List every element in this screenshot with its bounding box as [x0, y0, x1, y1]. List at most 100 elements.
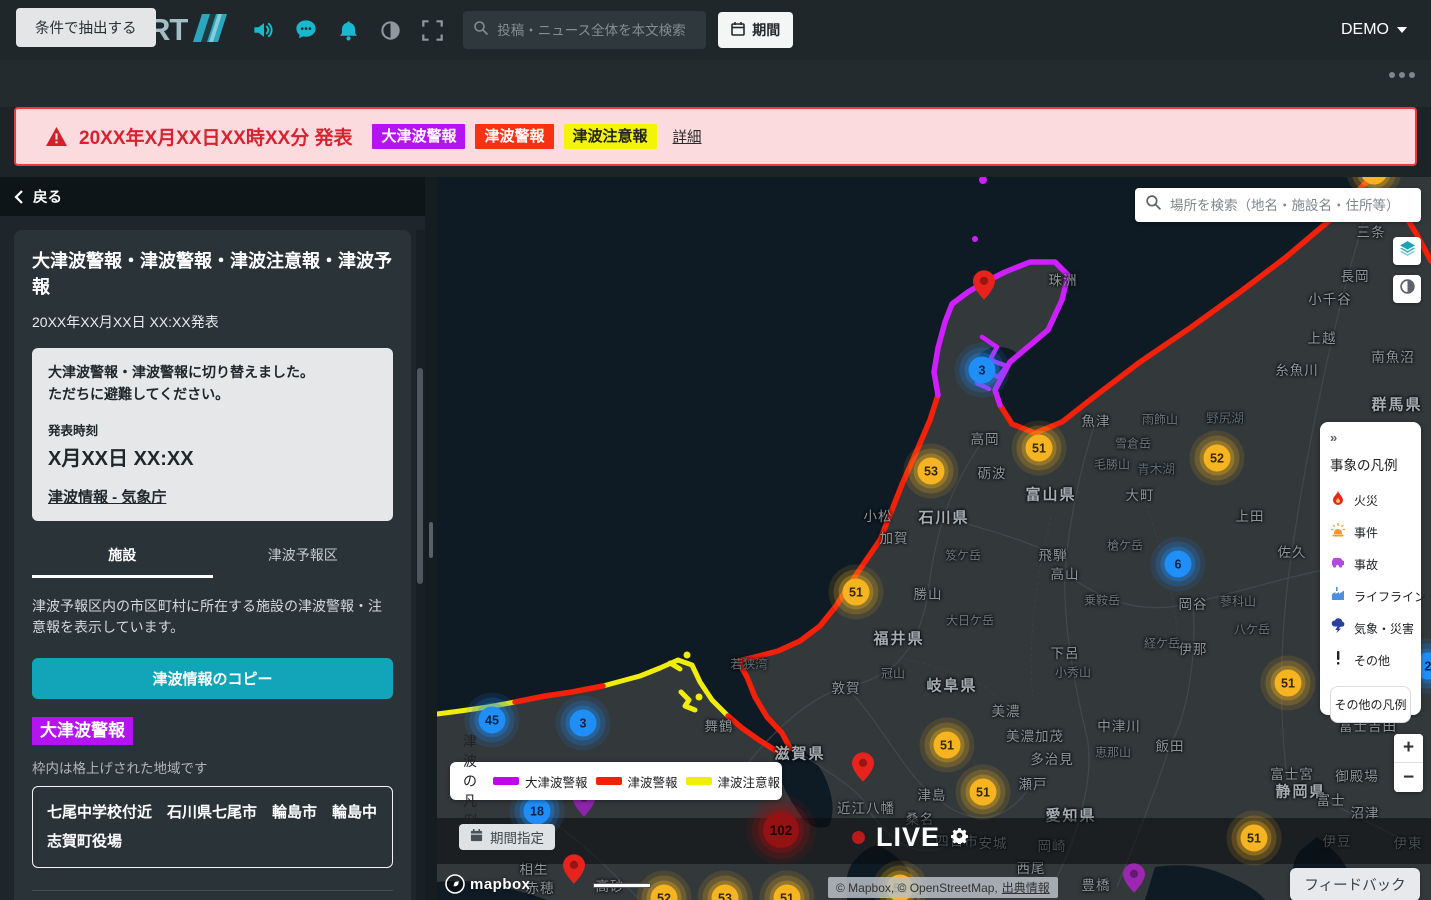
event-legend-item[interactable]: 事件 — [1330, 516, 1411, 548]
period-button[interactable]: 期間 — [718, 12, 793, 48]
tsunami-info-card: 大津波警報・津波警報・津波注意報・津波予報 20XX年XX月XX日 XX:XX発… — [14, 230, 411, 900]
tsunami-legend-item: 大津波警報 — [493, 772, 588, 791]
tsunami-legend-item: 津波注意報 — [686, 772, 781, 791]
tsunami-alert-banner: 20XX年X月XX日XX時XX分 発表 大津波警報津波警報津波注意報 詳細 — [14, 107, 1417, 166]
gear-icon[interactable] — [951, 827, 968, 849]
fastalert-logo-mark-icon — [193, 14, 227, 47]
sidebar-scrollbar-thumb[interactable] — [417, 368, 423, 584]
card-title: 大津波警報・津波警報・津波注意報・津波予報 — [32, 248, 393, 300]
siren-icon — [1330, 522, 1346, 543]
copy-tsunami-info-button[interactable]: 津波情報のコピー — [32, 658, 393, 699]
map-layers-button[interactable] — [1393, 237, 1421, 265]
chat-icon[interactable] — [295, 19, 317, 41]
map-attribution: © Mapbox, © OpenStreetMap, 出典情報 — [828, 877, 1058, 898]
jma-tsunami-info-link[interactable]: 津波情報 - 気象庁 — [48, 486, 166, 507]
other-legend-button[interactable]: その他の凡例 — [1330, 686, 1411, 723]
event-legend-item[interactable]: その他 — [1330, 644, 1411, 676]
flame-icon — [1330, 490, 1346, 511]
calendar-icon — [731, 22, 745, 39]
tsunami-notice-box: 大津波警報・津波警報に切り替えました。 ただちに避難してください。 発表時刻 X… — [32, 348, 393, 520]
map-place-search — [1135, 188, 1421, 222]
fullscreen-icon[interactable] — [421, 19, 443, 41]
notice-line-1: 大津波警報・津波警報に切り替えました。 — [48, 362, 377, 384]
event-legend-item[interactable]: 気象・災害 — [1330, 612, 1411, 644]
filter-by-condition-button[interactable]: 条件で抽出する — [16, 8, 156, 47]
section-divider — [32, 890, 393, 891]
tsunami-detail-sidebar: 戻る 大津波警報・津波警報・津波注意報・津波予報 20XX年XX月XX日 XX:… — [0, 177, 425, 900]
back-button[interactable]: 戻る — [0, 177, 425, 216]
global-search — [463, 11, 706, 49]
zoom-in-button[interactable]: + — [1394, 734, 1423, 763]
global-search-input[interactable] — [497, 23, 696, 38]
bell-icon[interactable] — [337, 19, 359, 41]
red-map-pin-icon[interactable] — [852, 752, 874, 787]
red-map-pin-icon[interactable] — [973, 270, 995, 305]
alert-badge-group: 大津波警報津波警報津波注意報 — [372, 124, 656, 149]
attribution-source-link[interactable]: 出典情報 — [1002, 879, 1050, 896]
mapbox-icon — [445, 874, 465, 894]
tsunami-legend-title: 津波の凡例 — [463, 731, 477, 831]
mapbox-logo[interactable]: mapbox — [445, 874, 531, 894]
calendar-icon — [470, 829, 483, 845]
purple-map-pin-icon[interactable] — [1123, 863, 1145, 898]
tab-forecast-zones[interactable]: 津波予報区 — [213, 545, 394, 578]
warning-triangle-icon — [46, 127, 67, 146]
issue-time-caption: 発表時刻 — [48, 420, 377, 439]
warning-level-badge: 津波注意報 — [564, 124, 657, 149]
upgraded-area-note: 枠内は格上げされた地域です — [32, 757, 393, 777]
zoom-out-button[interactable]: − — [1394, 763, 1423, 792]
tab-description: 津波予報区内の市区町村に所在する施設の津波警報・注意報を表示しています。 — [32, 596, 393, 638]
layers-icon — [1399, 240, 1416, 262]
alert-datetime: 20XX年X月XX日XX時XX分 発表 — [79, 123, 352, 150]
event-legend-item[interactable]: 事故 — [1330, 548, 1411, 580]
exclamation-icon — [1330, 650, 1346, 671]
account-menu[interactable]: DEMO — [1341, 21, 1407, 39]
storm-icon — [1330, 618, 1346, 639]
tsunami-legend: 津波の凡例 大津波警報津波警報津波注意報 — [450, 762, 782, 800]
map-zoom-control: + − — [1394, 734, 1423, 792]
legend-color-chip — [596, 777, 622, 785]
issue-time-value: X月XX日 XX:XX — [48, 442, 377, 471]
event-legend-items: 火災事件事故ライフライン気象・災害その他 — [1330, 484, 1411, 676]
fastalert-app: FASTALERT — [0, 0, 1431, 900]
event-legend-item[interactable]: ライフライン — [1330, 580, 1411, 612]
sub-toolbar — [0, 60, 1431, 107]
map-contrast-button[interactable] — [1393, 275, 1421, 303]
live-label: LIVE — [876, 822, 940, 853]
legend-color-chip — [493, 777, 519, 785]
event-legend-title: 事象の凡例 — [1330, 454, 1411, 474]
period-specify-button[interactable]: 期間指定 — [459, 824, 555, 850]
more-options-icon[interactable] — [1389, 72, 1415, 78]
sidebar-tabs: 施設 津波予報区 — [32, 545, 393, 578]
major-tsunami-warning-section: 大津波警報 枠内は格上げされた地域です 七尾中学校付近 石川県七尾市 輪島市 輪… — [32, 717, 393, 869]
map-scale-bar — [593, 883, 651, 888]
account-label: DEMO — [1341, 21, 1389, 39]
tab-facilities[interactable]: 施設 — [32, 545, 213, 578]
search-icon — [473, 20, 489, 41]
sidebar-resize-handle[interactable] — [429, 522, 433, 558]
tsunami-legend-items: 大津波警報津波警報津波注意報 — [485, 772, 780, 791]
map-canvas[interactable]: 珠洲三条長岡小千谷上越糸魚川南魚沼群馬県魚津高岡砺波雪倉岳毛勝山青木湖雨飾山野尻… — [437, 177, 1431, 900]
top-navbar: FASTALERT — [0, 0, 1431, 60]
major-tsunami-warning-badge: 大津波警報 — [32, 717, 133, 745]
lifeline-icon — [1330, 586, 1346, 607]
search-icon — [1145, 194, 1162, 216]
sidebar-resize-gutter — [425, 177, 437, 900]
speaker-icon[interactable] — [253, 19, 275, 41]
map-place-search-input[interactable] — [1170, 198, 1411, 213]
contrast-icon[interactable] — [379, 19, 401, 41]
card-issued-datetime: 20XX年XX月XX日 XX:XX発表 — [32, 312, 393, 332]
contrast-icon — [1399, 278, 1416, 300]
alert-details-link[interactable]: 詳細 — [673, 126, 702, 147]
car-accident-icon — [1330, 554, 1346, 575]
event-legend-item[interactable]: 火災 — [1330, 484, 1411, 516]
navbar-icon-group — [253, 19, 443, 41]
collapse-panel-icon[interactable]: » — [1330, 430, 1411, 445]
tsunami-legend-item: 津波警報 — [596, 772, 678, 791]
event-legend-panel: » 事象の凡例 火災事件事故ライフライン気象・災害その他 その他の凡例 — [1320, 422, 1421, 715]
legend-color-chip — [686, 777, 712, 785]
live-dot-icon — [852, 831, 865, 844]
red-map-pin-icon[interactable] — [563, 854, 585, 889]
sidebar-scrollbar[interactable] — [416, 230, 425, 900]
feedback-button[interactable]: フィードバック — [1290, 868, 1420, 900]
